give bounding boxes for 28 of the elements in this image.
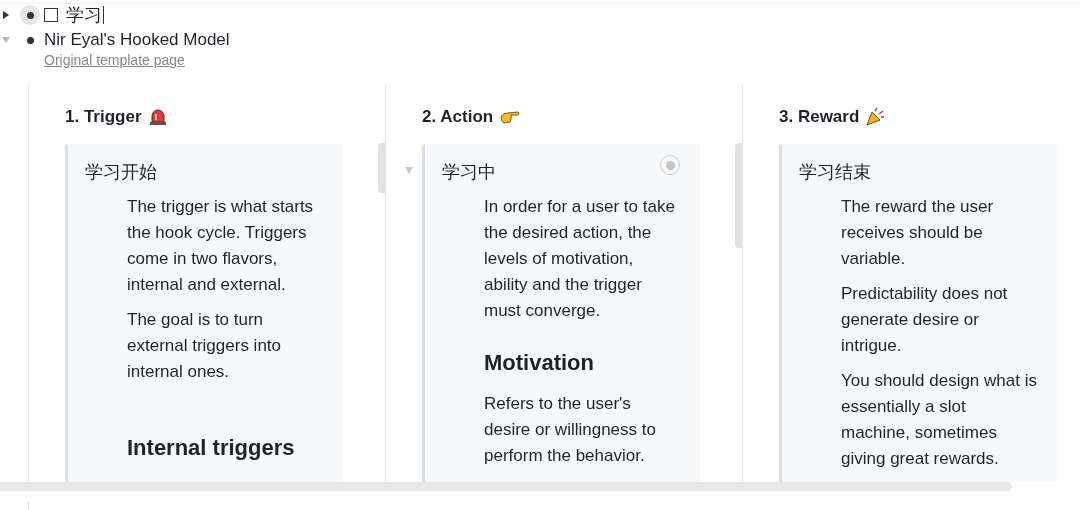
party-popper-icon [865, 107, 886, 127]
paragraph: Predictability does not generate desire or intrigue. [841, 283, 1009, 357]
card-title: 学习中 [442, 161, 496, 184]
outline-item-text: Nir Eyal's Hooked Model [44, 29, 230, 52]
card-title: 学习结束 [799, 161, 871, 184]
section-heading: Motivation [484, 349, 595, 377]
collapse-caret-icon[interactable] [405, 167, 413, 174]
card-title: 学习开始 [85, 161, 157, 184]
section-heading: Internal triggers [127, 434, 296, 462]
template-link[interactable]: Original template page [44, 50, 185, 71]
pointing-hand-icon [499, 109, 522, 125]
scrollbar-thumb[interactable] [378, 143, 385, 193]
paragraph: The trigger is what starts the hook cycle. Triggers come in two flavors, internal and external. [127, 196, 315, 296]
text-cursor [103, 6, 104, 24]
paragraph: In order for a user to take the desired action, the levels of motivation, ability and the trigger must converge. [484, 196, 676, 322]
siren-icon [147, 108, 168, 126]
column-title: 2. Action [422, 106, 494, 129]
paragraph: You should design what is essentially a slot machine, sometimes giving great rewards. [841, 370, 1037, 470]
paragraph: The goal is to turn external triggers into internal ones. [127, 309, 283, 383]
checkbox[interactable] [44, 8, 58, 22]
bullet-icon[interactable] [20, 5, 40, 25]
horizontal-scrollbar[interactable] [0, 482, 1012, 491]
column-title: 1. Trigger [65, 106, 142, 129]
scrollbar-thumb[interactable] [735, 143, 742, 248]
paragraph: The reward the user receives should be variable. [841, 196, 995, 270]
outline-item-text: 学习 [66, 3, 102, 27]
paragraph: Refers to the user's desire or willingness to perform the behavior. [484, 393, 657, 467]
column-title: 3. Reward [779, 106, 860, 129]
